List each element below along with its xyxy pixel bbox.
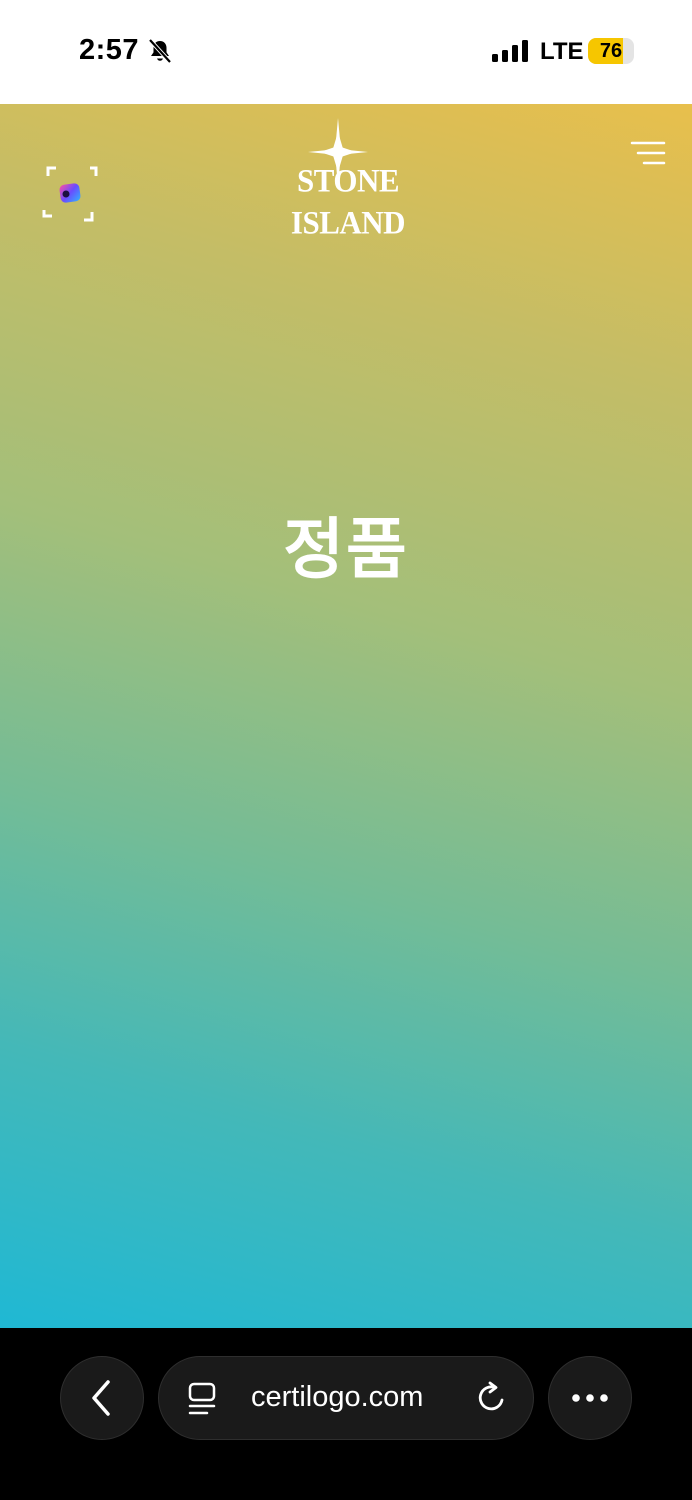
bell-slash-icon [148, 38, 172, 64]
reload-icon[interactable] [475, 1381, 509, 1415]
chevron-left-icon [91, 1379, 110, 1416]
hamburger-menu-icon[interactable] [628, 140, 666, 166]
battery-indicator: 76 [588, 38, 634, 64]
brand-logo[interactable]: STONE ISLAND [236, 118, 456, 241]
browser-toolbar: certilogo.com [0, 1328, 692, 1500]
back-button[interactable] [60, 1356, 144, 1440]
more-options-button[interactable] [548, 1356, 632, 1440]
status-time: 2:57 [79, 34, 140, 66]
url-text: certilogo.com [251, 1381, 424, 1413]
status-bar: 2:57 LTE 76 [0, 0, 692, 104]
more-dots-icon [571, 1393, 608, 1402]
page-format-icon [188, 1382, 216, 1415]
signal-icon [492, 40, 528, 62]
network-type: LTE [540, 38, 584, 65]
address-bar[interactable]: certilogo.com [158, 1356, 534, 1440]
authenticity-result: 정품 [283, 511, 409, 588]
result-page: STONE ISLAND 정품 [0, 104, 692, 1328]
battery-percent: 76 [599, 40, 623, 62]
scan-frame-icon[interactable] [40, 164, 98, 222]
brand-name: STONE ISLAND [290, 162, 406, 241]
